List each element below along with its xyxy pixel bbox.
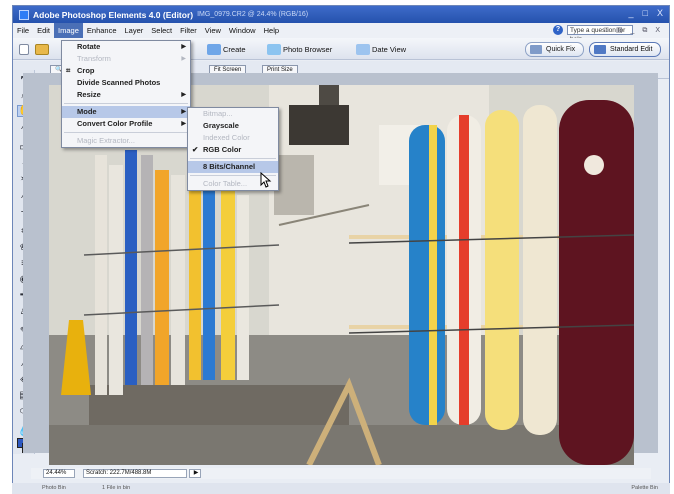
scratch-info: Scratch: 222.7M/488.8M (83, 469, 187, 478)
8-bits-channel-label: 8 Bits/Channel (203, 162, 256, 171)
app-icon (19, 9, 29, 20)
photo-browser-icon (267, 44, 281, 55)
status-bar: 24.44% Scratch: 222.7M/488.8M ▶ (31, 468, 651, 479)
standard-edit-icon (594, 45, 606, 54)
menu-item-indexed-color: Indexed Color (188, 132, 278, 144)
mouse-pointer-icon (260, 172, 272, 188)
date-view-label: Date View (372, 45, 407, 54)
rgb-color-label: RGB Color (203, 145, 242, 154)
crop-icon: ⌗ (66, 66, 71, 75)
menu-enhance[interactable]: Enhance (83, 23, 121, 38)
maximize-button[interactable]: □ (643, 8, 648, 18)
menu-item-grayscale[interactable]: Grayscale (188, 120, 278, 132)
submenu-arrow-icon: ▶ (181, 92, 186, 98)
menu-separator (64, 132, 188, 133)
date-view-button[interactable]: Date View (356, 43, 406, 56)
photo-browser-label: Photo Browser (283, 45, 333, 54)
menu-item-rotate[interactable]: Rotate ▶ (62, 41, 190, 53)
menu-item-mode[interactable]: Mode ▶ (62, 106, 190, 118)
new-file-button[interactable] (19, 43, 29, 56)
menu-image[interactable]: Image (54, 23, 83, 38)
color-table-label: Color Table... (203, 179, 248, 188)
menu-view[interactable]: View (201, 23, 225, 38)
menu-help[interactable]: Help (260, 23, 283, 38)
checkmark-icon: ✔ (192, 145, 199, 154)
menu-layer[interactable]: Layer (121, 23, 148, 38)
menu-item-convert-color-profile[interactable]: Convert Color Profile ▶ (62, 118, 190, 130)
menu-window[interactable]: Window (225, 23, 260, 38)
quick-fix-label: Quick Fix (546, 46, 576, 53)
quick-fix-icon (530, 45, 542, 54)
menu-separator (64, 103, 188, 104)
document-window-controls[interactable]: □ ▤ _ ⧉ X (604, 26, 663, 35)
menu-item-rgb-color[interactable]: ✔ RGB Color (188, 144, 278, 156)
close-button[interactable]: X (657, 8, 663, 18)
menu-edit[interactable]: Edit (33, 23, 54, 38)
photo-bin-label[interactable]: Photo Bin (42, 485, 66, 491)
file-count-label: 1 File in bin (102, 485, 131, 491)
zoom-level[interactable]: 24.44% (43, 469, 75, 478)
indexed-color-label: Indexed Color (203, 133, 250, 142)
status-menu-arrow-icon[interactable]: ▶ (189, 469, 201, 478)
submenu-arrow-icon: ▶ (181, 44, 186, 50)
create-icon (207, 44, 221, 55)
magic-extractor-label: Magic Extractor... (77, 136, 135, 145)
menu-item-bitmap: Bitmap... (188, 108, 278, 120)
photo-browser-button[interactable]: Photo Browser (267, 43, 332, 56)
title-bar: Adobe Photoshop Elements 4.0 (Editor) IM… (13, 6, 669, 23)
mode-label: Mode (77, 107, 97, 116)
image-menu-dropdown: Rotate ▶ Transform ▶ ⌗ Crop Divide Scanned … (61, 40, 191, 148)
palette-bin-label[interactable]: Palette Bin (631, 485, 658, 491)
transform-label: Transform (77, 54, 111, 63)
document-info: IMG_0979.CR2 @ 24.4% (RGB/16) (197, 11, 309, 18)
divide-scanned-photos-label: Divide Scanned Photos (77, 78, 161, 87)
menu-item-crop[interactable]: ⌗ Crop (62, 65, 190, 77)
create-button[interactable]: Create (207, 43, 246, 56)
submenu-arrow-icon: ▶ (181, 109, 186, 115)
submenu-arrow-icon: ▶ (181, 121, 186, 127)
resize-label: Resize (77, 90, 101, 99)
date-view-icon (356, 44, 370, 55)
window-controls: _ □ X (629, 8, 663, 18)
menu-item-resize[interactable]: Resize ▶ (62, 89, 190, 101)
convert-color-profile-label: Convert Color Profile (77, 119, 153, 128)
menu-separator (190, 158, 276, 159)
quick-fix-button[interactable]: Quick Fix (525, 42, 585, 57)
menu-select[interactable]: Select (147, 23, 176, 38)
standard-edit-button[interactable]: Standard Edit (589, 42, 662, 57)
menu-item-magic-extractor: Magic Extractor... (62, 135, 190, 147)
submenu-arrow-icon: ▶ (181, 56, 186, 62)
minimize-button[interactable]: _ (629, 8, 634, 18)
crop-label: Crop (77, 66, 95, 75)
menu-item-transform: Transform ▶ (62, 53, 190, 65)
folder-icon (35, 44, 49, 55)
create-label: Create (223, 45, 246, 54)
menu-file[interactable]: File (13, 23, 33, 38)
grayscale-label: Grayscale (203, 121, 239, 130)
menu-item-divide-scanned-photos[interactable]: Divide Scanned Photos (62, 77, 190, 89)
new-document-icon (19, 44, 29, 55)
rotate-label: Rotate (77, 42, 101, 51)
open-file-button[interactable] (35, 43, 49, 56)
menu-filter[interactable]: Filter (176, 23, 201, 38)
standard-edit-label: Standard Edit (610, 46, 653, 53)
help-icon: ? (553, 25, 563, 35)
bitmap-label: Bitmap... (203, 109, 233, 118)
app-title: Adobe Photoshop Elements 4.0 (Editor) (33, 9, 194, 20)
bottom-bin-strip: Photo Bin 1 File in bin Palette Bin (12, 483, 670, 494)
